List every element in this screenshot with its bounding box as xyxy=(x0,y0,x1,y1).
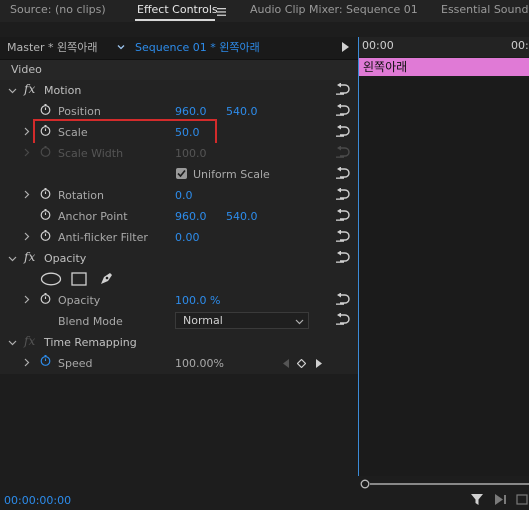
position-label: Position xyxy=(58,105,101,118)
scale-width-value: 100.0 xyxy=(175,147,207,160)
sequence-clip-label[interactable]: Sequence 01 * 왼쪽아래 xyxy=(135,41,260,55)
scale-width-label: Scale Width xyxy=(58,147,124,160)
pen-mask-icon[interactable] xyxy=(98,271,114,290)
position-x-value[interactable]: 960.0 xyxy=(175,105,207,119)
master-clip-label[interactable]: Master * 왼쪽아래 xyxy=(7,41,98,55)
reset-icon[interactable] xyxy=(336,208,350,224)
timeline-track-area[interactable] xyxy=(359,78,529,486)
expand-chevron-down-icon[interactable] xyxy=(8,337,17,350)
reset-icon[interactable] xyxy=(336,312,350,328)
footer-bar xyxy=(0,490,529,510)
export-frame-icon[interactable] xyxy=(516,494,528,508)
play-arrow-icon[interactable] xyxy=(341,42,350,52)
expand-chevron-right-icon[interactable] xyxy=(22,231,31,244)
stopwatch-icon xyxy=(40,146,51,160)
stopwatch-icon[interactable] xyxy=(40,188,51,202)
anchor-point-x-value[interactable]: 960.0 xyxy=(175,210,207,224)
tab-audio-clip-mixer[interactable]: Audio Clip Mixer: Sequence 01 xyxy=(250,3,418,17)
panel-menu-icon[interactable] xyxy=(217,6,226,16)
reset-icon[interactable] xyxy=(336,166,350,182)
opacity-value[interactable]: 100.0 % xyxy=(175,294,220,308)
fx-icon[interactable]: fx xyxy=(24,250,35,264)
blend-mode-value: Normal xyxy=(183,314,223,327)
chevron-down-icon xyxy=(295,316,304,329)
ruler-time-start: 00:00 xyxy=(362,39,394,52)
stopwatch-active-icon[interactable] xyxy=(40,355,51,369)
reset-icon[interactable] xyxy=(336,250,350,266)
video-section-header xyxy=(0,60,358,82)
current-timecode[interactable]: 00:00:00:00 xyxy=(4,494,71,508)
timeline-clip[interactable]: 왼쪽아래 xyxy=(359,58,529,76)
clip-label: 왼쪽아래 xyxy=(363,60,408,74)
expand-chevron-down-icon[interactable] xyxy=(8,85,17,98)
previous-keyframe-icon[interactable] xyxy=(283,358,290,371)
ruler-time-end: 00:0 xyxy=(511,39,529,52)
uniform-scale-checkbox[interactable] xyxy=(176,168,187,179)
chevron-down-icon[interactable] xyxy=(116,42,126,52)
reset-icon xyxy=(336,145,350,161)
uniform-scale-label: Uniform Scale xyxy=(193,168,270,181)
opacity-section-label: Opacity xyxy=(44,252,87,265)
speed-label: Speed xyxy=(58,357,93,370)
position-y-value[interactable]: 540.0 xyxy=(226,105,258,119)
reset-icon[interactable] xyxy=(336,82,350,98)
tab-source[interactable]: Source: (no clips) xyxy=(10,3,106,17)
playhead-line[interactable] xyxy=(358,37,359,487)
blend-mode-select[interactable]: Normal xyxy=(175,312,309,329)
scrollbar-track[interactable] xyxy=(370,483,529,485)
tab-effect-controls[interactable]: Effect Controls xyxy=(137,3,218,17)
blend-mode-label: Blend Mode xyxy=(58,315,123,328)
ellipse-mask-icon[interactable] xyxy=(40,272,62,289)
expand-chevron-right-icon[interactable] xyxy=(22,357,31,370)
reset-icon[interactable] xyxy=(336,229,350,245)
anti-flicker-value[interactable]: 0.00 xyxy=(175,231,200,245)
effects-empty-area xyxy=(0,374,358,487)
reset-icon[interactable] xyxy=(336,124,350,140)
expand-chevron-right-icon[interactable] xyxy=(22,294,31,307)
rotation-label: Rotation xyxy=(58,189,105,202)
stopwatch-icon[interactable] xyxy=(40,104,51,118)
reset-icon[interactable] xyxy=(336,292,350,308)
active-tab-underline xyxy=(135,19,215,21)
anti-flicker-label: Anti-flicker Filter xyxy=(58,231,148,244)
expand-chevron-right-icon xyxy=(22,147,31,160)
reset-icon[interactable] xyxy=(336,103,350,119)
speed-value[interactable]: 100.00% xyxy=(175,357,224,371)
expand-chevron-right-icon[interactable] xyxy=(22,126,31,139)
fx-icon: fx xyxy=(24,334,36,348)
tab-essential-sound[interactable]: Essential Sound xyxy=(441,3,528,17)
stopwatch-icon[interactable] xyxy=(40,230,51,244)
anchor-point-y-value[interactable]: 540.0 xyxy=(226,210,258,224)
stopwatch-icon[interactable] xyxy=(40,293,51,307)
play-only-audio-icon[interactable] xyxy=(494,494,508,508)
add-keyframe-icon[interactable] xyxy=(296,358,307,371)
motion-label: Motion xyxy=(44,84,82,97)
anchor-point-label: Anchor Point xyxy=(58,210,128,223)
expand-chevron-down-icon[interactable] xyxy=(8,253,17,266)
time-remapping-label: Time Remapping xyxy=(44,336,137,349)
filter-icon[interactable] xyxy=(470,493,484,509)
stopwatch-icon[interactable] xyxy=(40,209,51,223)
fx-icon[interactable]: fx xyxy=(24,82,35,96)
next-keyframe-icon[interactable] xyxy=(315,358,322,371)
rectangle-mask-icon[interactable] xyxy=(71,272,87,289)
reset-icon[interactable] xyxy=(336,187,350,203)
expand-chevron-right-icon[interactable] xyxy=(22,189,31,202)
video-section-label: Video xyxy=(11,63,42,76)
rotation-value[interactable]: 0.0 xyxy=(175,189,193,203)
opacity-label: Opacity xyxy=(58,294,101,307)
